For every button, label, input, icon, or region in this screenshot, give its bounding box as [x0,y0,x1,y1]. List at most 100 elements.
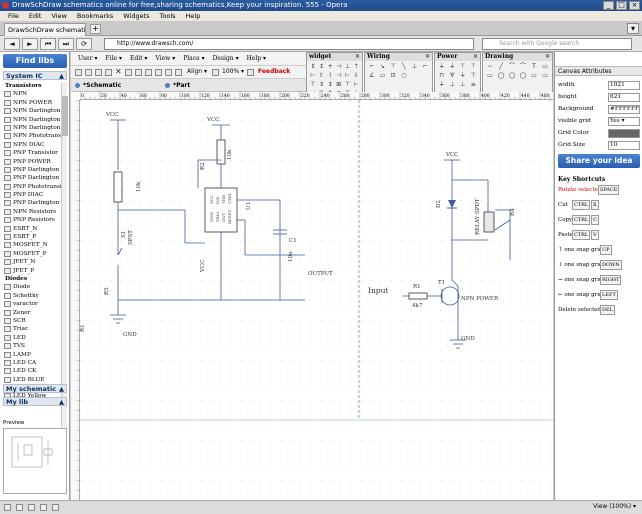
resistor-r1[interactable] [408,292,428,300]
close-window-button[interactable]: × [629,1,640,10]
palette-tool-icon[interactable]: ⊣ [335,72,343,80]
editor-menu-edit[interactable]: Edit ▾ [130,52,147,65]
tab-part[interactable]: *Part [163,80,243,91]
component-item[interactable]: NPN DIAC [3,141,61,149]
editor-menu-place[interactable]: Place ▾ [183,52,204,65]
palette-tool-icon[interactable]: ⇡ [352,63,360,71]
system-ic-header[interactable]: System IC ▲ [3,71,67,80]
palette-tool-icon[interactable]: T [529,63,539,71]
component-item[interactable]: Zener [3,309,61,317]
component-item[interactable]: LED BLUE [3,376,61,384]
palette-tool-icon[interactable]: ▭ [529,72,539,80]
palette-drawing-header[interactable]: Drawing × [483,53,552,61]
schematic-drawing[interactable]: VCC VCC GND OUTPUT 10k 10k R2 R5 SPST S1… [80,100,553,500]
palette-tool-icon[interactable]: ↕ [326,81,334,89]
menu-file[interactable]: File [8,11,19,21]
palette-tool-icon[interactable]: ⌐ [420,63,430,71]
menu-widgets[interactable]: Widgets [123,11,149,21]
palette-tool-icon[interactable]: ⊥ [410,63,420,71]
palette-tool-icon[interactable]: ⊤ [344,81,352,89]
attribute-value-field[interactable]: 621 [608,93,640,102]
palette-close-icon[interactable]: × [355,53,360,61]
palette-tool-icon[interactable]: ⌒ [518,63,528,71]
component-item[interactable]: Diode [3,283,61,291]
zoom-dropdown[interactable]: 100% ▾ [222,68,244,75]
palette-tool-icon[interactable]: ⊤ [469,63,479,71]
palette-tool-icon[interactable]: ╲ [399,63,409,71]
component-item[interactable]: NPN [3,90,61,98]
component-item[interactable]: NPN Phototransist [3,132,61,140]
delete-icon[interactable] [145,69,152,76]
palette-tool-icon[interactable]: ⇕ [309,63,317,71]
palette-tool-icon[interactable]: ▭ [378,72,388,80]
palette-tool-icon[interactable]: ⏚ [458,72,468,80]
back-button[interactable]: ◄ [4,38,20,50]
grid-icon[interactable] [247,69,254,76]
palette-tool-icon[interactable]: + [326,63,334,71]
palette-tool-icon[interactable]: ⊢ [344,72,352,80]
component-item[interactable]: Triac [3,325,61,333]
unite-icon[interactable] [28,504,35,511]
palette-tool-icon[interactable]: ◯ [518,72,528,80]
palette-tool-icon[interactable]: ⇧ [318,72,326,80]
maximize-button[interactable]: □ [616,1,627,10]
redo-icon[interactable] [85,69,92,76]
palette-tool-icon[interactable]: ⌐ [367,63,377,71]
component-item[interactable]: LED CA [3,359,61,367]
component-item[interactable]: NPN Darlington [3,124,61,132]
palette-tool-icon[interactable]: ≡ [469,81,479,89]
component-item[interactable]: NPN Darlington [3,107,61,115]
component-item[interactable]: PNP Phototransist [3,183,61,191]
palette-tool-icon[interactable]: ▭ [540,72,550,80]
flip-icon[interactable] [165,69,172,76]
editor-menu-view[interactable]: View ▾ [155,52,175,65]
palette-tool-icon[interactable]: ⊤ [458,63,468,71]
find-libs-button[interactable]: Find libs [3,54,67,68]
palette-tool-icon[interactable]: ▭ [540,63,550,71]
rotate-icon[interactable] [155,69,162,76]
component-item[interactable]: NPN POWER [3,99,61,107]
menu-view[interactable]: View [51,11,66,21]
open-icon[interactable] [105,69,112,76]
zoom-view-dropdown[interactable]: View (100%) ▾ [593,503,636,510]
attribute-value-field[interactable]: 10 [608,141,640,150]
attribute-value-field[interactable]: Yes ▾ [608,117,640,126]
panel-toggle-icon[interactable] [4,504,11,511]
paste-icon[interactable] [135,69,142,76]
editor-menu-file[interactable]: File ▾ [105,52,121,65]
palette-tool-icon[interactable]: ⊥ [458,81,468,89]
attribute-value-field[interactable]: #FFFFFF [608,105,640,114]
component-item[interactable]: PNP Darlington [3,174,61,182]
component-item[interactable]: ESBT_P [3,233,61,241]
component-item[interactable]: PNP Darlington [3,199,61,207]
palette-tool-icon[interactable]: ⊢ [309,72,317,80]
component-item[interactable]: MOSFET_P [3,250,61,258]
my-lib-header[interactable]: My lib ▲ [3,397,67,406]
component-item[interactable]: SCR [3,317,61,325]
palette-tool-icon[interactable]: ⊤ [388,63,398,71]
component-item[interactable]: JFET_N [3,258,61,266]
palette-tool-icon[interactable]: ⏚ [448,63,458,71]
editor-menu-help[interactable]: Help ▾ [247,52,266,65]
copy-icon[interactable] [125,69,132,76]
speed-dial-icon[interactable] [16,504,23,511]
align-dropdown[interactable]: Align ▾ [187,68,207,75]
palette-wiring-header[interactable]: Wiring × [365,53,432,61]
component-item[interactable]: PNP Darlington [3,166,61,174]
palette-close-icon[interactable]: × [545,53,550,61]
palette-tool-icon[interactable]: ╱ [496,63,506,71]
transfer-icon[interactable] [40,504,47,511]
tab-schematic[interactable]: *Schematic [73,80,153,91]
component-list-scrollbar[interactable] [61,82,68,434]
fast-forward-button[interactable]: ⏭ [58,38,74,50]
rewind-button[interactable]: ⏮ [40,38,56,50]
attribute-value-field[interactable]: #666666 [608,129,640,138]
mirror-icon[interactable] [175,69,182,76]
editor-menu-design[interactable]: Design ▾ [213,52,239,65]
component-item[interactable]: PNP Transistor [3,149,61,157]
cut-icon[interactable]: ✕ [115,68,122,76]
palette-tool-icon[interactable]: ∠ [367,72,377,80]
palette-close-icon[interactable]: × [425,53,430,61]
palette-tool-icon[interactable]: ⊡ [388,72,398,80]
menu-edit[interactable]: Edit [29,11,42,21]
